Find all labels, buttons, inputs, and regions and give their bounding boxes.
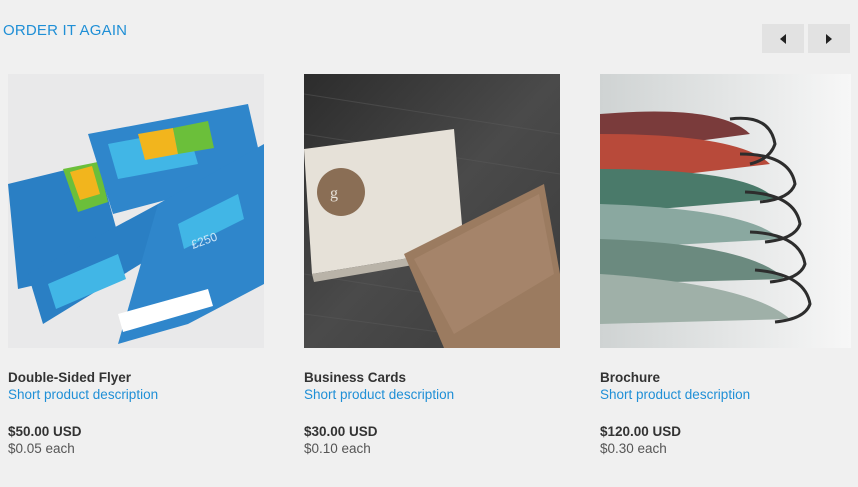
product-name[interactable]: Double-Sided Flyer [8,370,264,385]
product-card-brochure: Brochure Short product description $120.… [600,74,851,456]
product-card-flyer: £250 Double-Sided Flyer Short product de… [8,74,264,456]
product-image-business-cards[interactable]: g [304,74,560,348]
chevron-left-icon [780,33,786,44]
product-price: $120.00 USD [600,424,682,439]
product-price: $50.00 USD [8,424,82,439]
chevron-right-icon [826,33,832,44]
product-price: $30.00 USD [304,424,378,439]
product-unit-price: $0.05 each [8,441,75,456]
product-card-business-cards: g Business Cards Short product descripti… [304,74,560,456]
carousel-prev-button[interactable] [762,24,804,53]
product-unit-price: $0.30 each [600,441,667,456]
section-title: ORDER IT AGAIN [3,22,128,39]
product-description-link[interactable]: Short product description [304,387,560,402]
product-description-link[interactable]: Short product description [8,387,264,402]
svg-text:g: g [330,185,338,202]
carousel-next-button[interactable] [808,24,850,53]
product-unit-price: $0.10 each [304,441,371,456]
product-image-brochure[interactable] [600,74,851,348]
product-image-flyer[interactable]: £250 [8,74,264,348]
product-description-link[interactable]: Short product description [600,387,851,402]
product-name[interactable]: Brochure [600,370,851,385]
product-name[interactable]: Business Cards [304,370,560,385]
